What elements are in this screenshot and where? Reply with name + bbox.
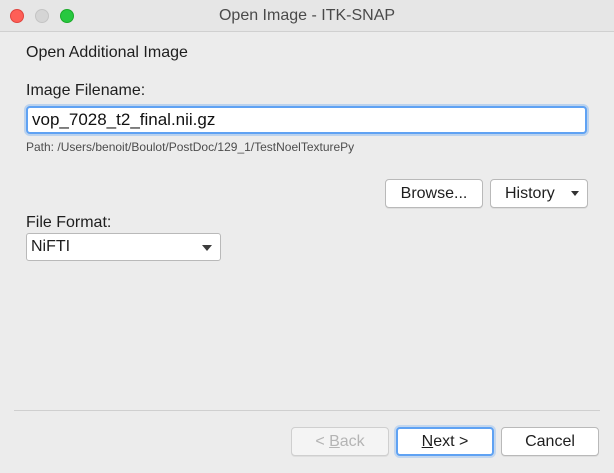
back-button-mnemonic: B <box>329 433 340 450</box>
next-button-mnemonic: N <box>421 433 434 450</box>
chevron-down-icon <box>202 245 212 251</box>
cancel-button[interactable]: Cancel <box>501 427 599 456</box>
title-bar[interactable]: Open Image - ITK-SNAP <box>0 0 614 32</box>
dialog-window: Open Image - ITK-SNAP Open Additional Im… <box>0 0 614 473</box>
path-text: Path: /Users/benoit/Boulot/PostDoc/129_1… <box>26 140 355 154</box>
window-title: Open Image - ITK-SNAP <box>218 7 396 24</box>
divider <box>14 410 600 411</box>
history-button-label: History <box>505 185 555 202</box>
image-filename-label: Image Filename: <box>26 82 146 99</box>
file-format-selected: NiFTI <box>31 238 71 255</box>
browse-button[interactable]: Browse... <box>385 179 483 208</box>
back-button-prefix: < <box>315 433 330 450</box>
next-button-rest: ext > <box>433 433 469 450</box>
file-format-label: File Format: <box>26 214 112 231</box>
dropdown-arrow-icon <box>571 191 579 196</box>
image-filename-input[interactable] <box>26 106 587 134</box>
page-heading: Open Additional Image <box>26 44 188 61</box>
back-button[interactable]: < Back <box>291 427 389 456</box>
history-button[interactable]: History <box>490 179 588 208</box>
back-button-rest: ack <box>339 433 365 450</box>
file-format-select[interactable]: NiFTI <box>26 233 221 261</box>
next-button[interactable]: Next > <box>396 427 494 456</box>
